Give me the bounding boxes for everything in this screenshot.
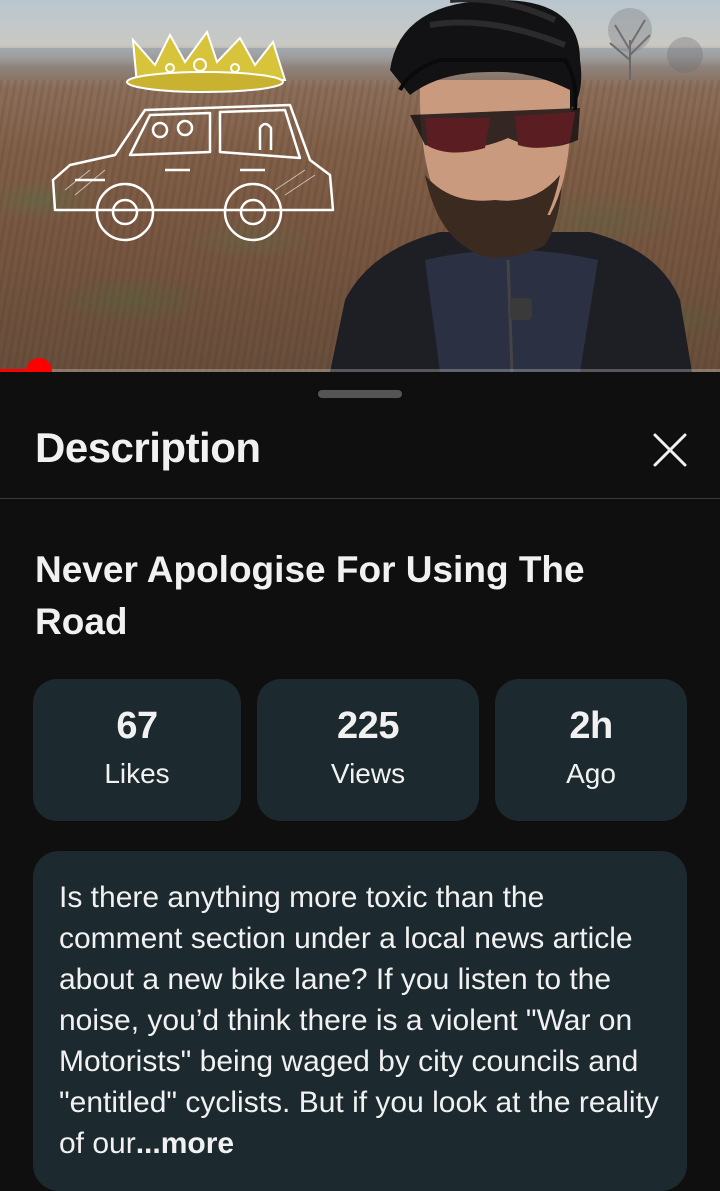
video-title: Never Apologise For Using The Road [35,549,585,642]
likes-label: Likes [104,758,170,789]
description-box[interactable]: Is there anything more toxic than the co… [33,851,687,1191]
likes-stat: 67 Likes [33,679,241,821]
views-stat: 225 Views [257,679,479,821]
views-label: Views [330,758,406,789]
views-count: 225 [337,705,399,747]
show-more-link[interactable]: ...more [136,1127,234,1160]
upload-time-stat[interactable]: 2h Ago [495,679,687,821]
close-icon [653,433,687,467]
likes-count: 67 [116,705,158,747]
car-crown-doodle [51,29,335,242]
upload-time-label: Ago [566,758,616,789]
video-player[interactable] [0,0,720,372]
upload-time-value: 2h [569,705,613,747]
description-text: Is there anything more toxic than the co… [59,877,661,1164]
panel-title: Description [35,424,261,471]
close-button[interactable] [648,428,692,472]
drag-handle[interactable] [318,390,402,398]
panel-header: Description [0,412,720,499]
cyclist-presenter [330,0,692,372]
description-panel: Description Never Apologise For Using Th… [0,372,720,1191]
description-body: Is there anything more toxic than the co… [59,881,659,1160]
